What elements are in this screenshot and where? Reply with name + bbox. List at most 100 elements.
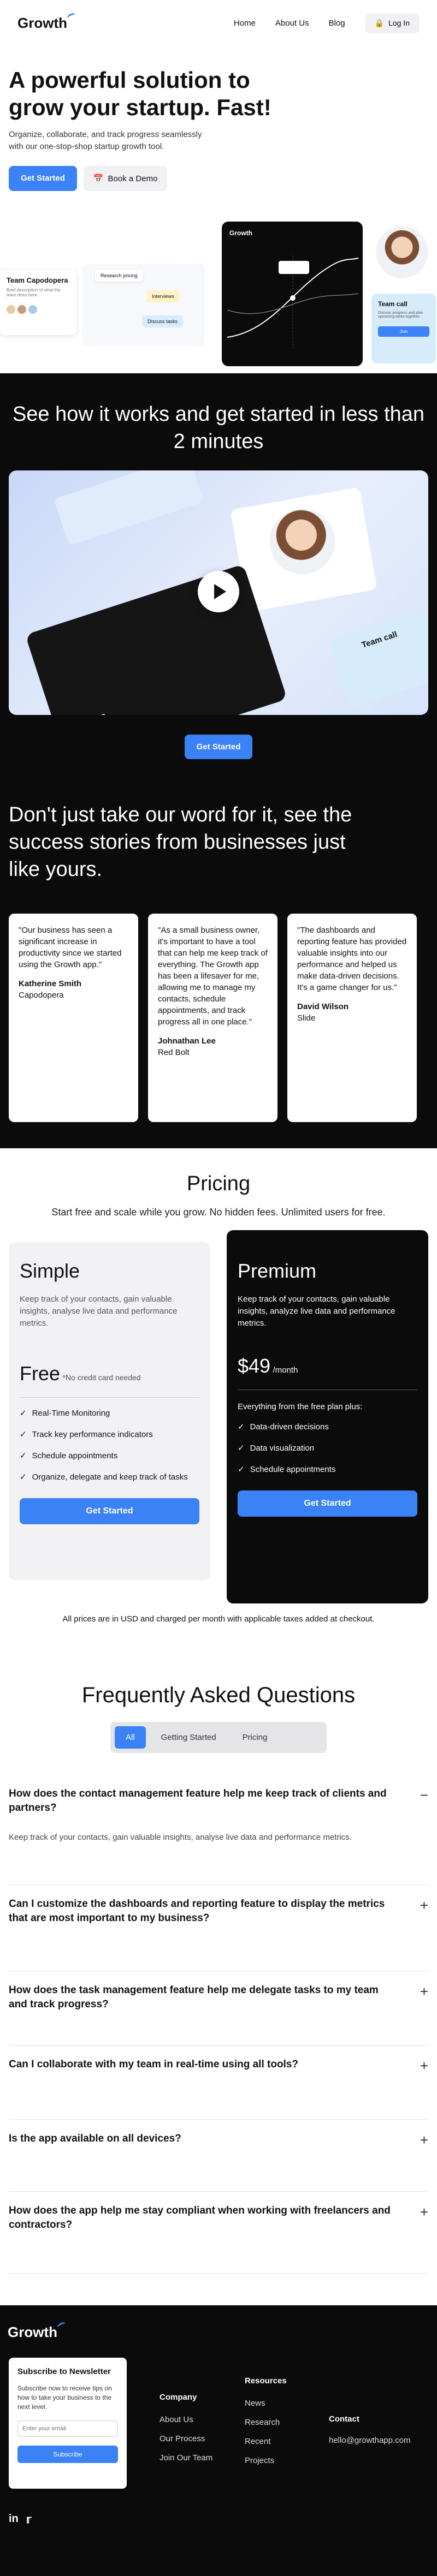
faq-item[interactable]: Is the app available on all devices? + [9,2120,428,2192]
testimonial-company: Slide [297,1013,316,1023]
faq-item[interactable]: How does the task management feature hel… [9,1971,428,2046]
team-call-desc: Discuss progress and plan upcoming tasks… [378,311,423,319]
footer-email-link[interactable]: hello@growthapp.com [329,2436,410,2445]
faq-question: How does the app help me stay compliant … [9,2205,391,2231]
tab-all[interactable]: All [115,1726,146,1749]
book-demo-label: Book a Demo [108,174,158,183]
video-sales-label: Sales [75,709,108,715]
hero-description: Organize, collaborate, and track progres… [9,130,202,151]
feature-label: Real-Time Monitoring [32,1409,110,1418]
logo-swoosh-icon [66,11,77,21]
testimonial-name: Johnathan Lee [158,1036,216,1046]
login-button[interactable]: 🔒 Log In [364,13,420,33]
plan-name: Simple [20,1260,80,1282]
plan-premium: Premium Keep track of your contacts, gai… [227,1230,428,1603]
premium-get-started-button[interactable]: Get Started [238,1490,417,1517]
check-icon: ✓ [238,1465,245,1474]
footer-logo[interactable]: Growth [8,2321,67,2341]
book-demo-button[interactable]: 📅 Book a Demo [83,166,168,191]
testimonial-card: "The dashboards and reporting feature ha… [287,914,417,1122]
plan-plus-label: Everything from the free plan plus: [238,1402,363,1411]
faq-item[interactable]: How does the app help me stay compliant … [9,2192,428,2274]
testimonial-card: "As a small business owner, it's importa… [148,914,277,1122]
stories-title: Don't just take our word for it, see the… [9,803,352,881]
plus-icon: + [420,1983,428,2000]
faq-list: How does the contact management feature … [9,1775,428,2274]
team-call-title: Team call [378,300,408,308]
check-icon: ✓ [238,1422,245,1432]
footer-link[interactable]: Recent [245,2437,287,2446]
logo[interactable]: Growth [17,11,77,32]
avatar [7,305,15,314]
plan-feature: ✓ Schedule appointments [20,1450,199,1462]
pricing-section: Pricing Start free and scale while you g… [0,1148,437,1645]
how-get-started-button[interactable]: Get Started [184,735,253,759]
video-panel [54,470,204,546]
plus-icon: + [420,2132,428,2148]
plus-icon: + [420,2204,428,2220]
subscribe-button[interactable]: Subscribe [17,2446,118,2463]
testimonial-quote: "As a small business owner, it's importa… [158,926,268,1027]
team-avatars [7,305,70,314]
play-button[interactable] [198,571,239,612]
feature-label: Data-driven decisions [250,1422,329,1432]
nav-blog[interactable]: Blog [329,19,345,28]
nav-home[interactable]: Home [234,19,256,28]
hero-section: A powerful solution to grow your startup… [0,46,437,373]
nav-links: Home About Us Blog 🔒 Log In [234,13,420,33]
footer-logo-text: Growth [8,2324,57,2340]
footer-link[interactable]: Research [245,2418,287,2427]
plans: Simple Keep track of your contacts, gain… [9,1230,428,1603]
plan-feature: ✓ Organize, delegate and keep track of ta… [20,1471,199,1483]
tab-getting-started[interactable]: Getting Started [150,1726,227,1749]
twitter-icon[interactable]: 𝕣 [26,2513,32,2526]
plan-name: Premium [238,1260,317,1282]
calendar-icon: 📅 [93,174,104,183]
footer-link[interactable]: About Us [160,2415,212,2424]
get-started-button[interactable]: Get Started [9,166,77,191]
join-call-button[interactable]: Join [378,326,429,337]
task-card: Research pricing [95,270,143,282]
stories-section: Don't just take our word for it, see the… [0,772,437,1148]
faq-item[interactable]: Can I collaborate with my team in real-t… [9,2046,428,2120]
video-avatar [264,503,340,580]
footer-contact-title: Contact [329,2414,359,2424]
footer-link[interactable]: News [245,2399,287,2408]
footer-company-title: Company [160,2393,197,2402]
login-label: Log In [388,19,410,27]
feature-label: Organize, delegate and keep track of tas… [32,1472,188,1482]
plan-price-note: *No credit card needed [62,1373,141,1382]
plan-feature: ✓ Track key performance indicators [20,1429,199,1440]
footer-link[interactable]: Projects [245,2456,287,2465]
faq-item[interactable]: Can I customize the dashboards and repor… [9,1885,428,1971]
hero-buttons: Get Started 📅 Book a Demo [9,166,428,191]
footer-link[interactable]: Join Our Team [160,2453,212,2462]
faq-question: How does the contact management feature … [9,1788,387,1814]
faq-item[interactable]: How does the contact management feature … [9,1775,428,1885]
plan-feature: ✓ Schedule appointments [238,1464,417,1475]
dashboard-card: Growth [222,222,363,366]
footer-link[interactable]: Our Process [160,2434,212,2443]
top-nav: Growth Home About Us Blog 🔒 Log In [0,0,437,46]
testimonial-name: Katherine Smith [19,979,82,988]
linkedin-icon[interactable]: in [9,2513,19,2526]
plus-icon: + [420,2058,428,2074]
user-avatar [376,226,428,278]
faq-question: Can I customize the dashboards and repor… [9,1898,385,1924]
newsletter-card: Subscribe to Newsletter Subscribe now to… [9,2358,127,2489]
video-player[interactable]: Sales Team call [9,470,428,715]
dashboard-label: Growth [229,229,252,237]
faq-tabs: All Getting Started Pricing [110,1722,327,1753]
task-board: Research pricing Interviews Discuss task… [82,264,205,346]
logo-swoosh-icon [56,2321,67,2330]
social-links: in 𝕣 [9,2513,31,2526]
tab-pricing[interactable]: Pricing [232,1726,279,1749]
newsletter-email-input[interactable] [17,2420,118,2437]
faq-question: How does the task management feature hel… [9,1984,379,2010]
team-card: Team Capodopera Brief description of wha… [0,270,76,335]
feature-label: Schedule appointments [250,1465,336,1474]
how-it-works-section: See how it works and get started in less… [0,373,437,772]
simple-get-started-button[interactable]: Get Started [20,1498,199,1524]
team-card-title: Team Capodopera [7,276,68,284]
nav-about-us[interactable]: About Us [275,19,309,28]
